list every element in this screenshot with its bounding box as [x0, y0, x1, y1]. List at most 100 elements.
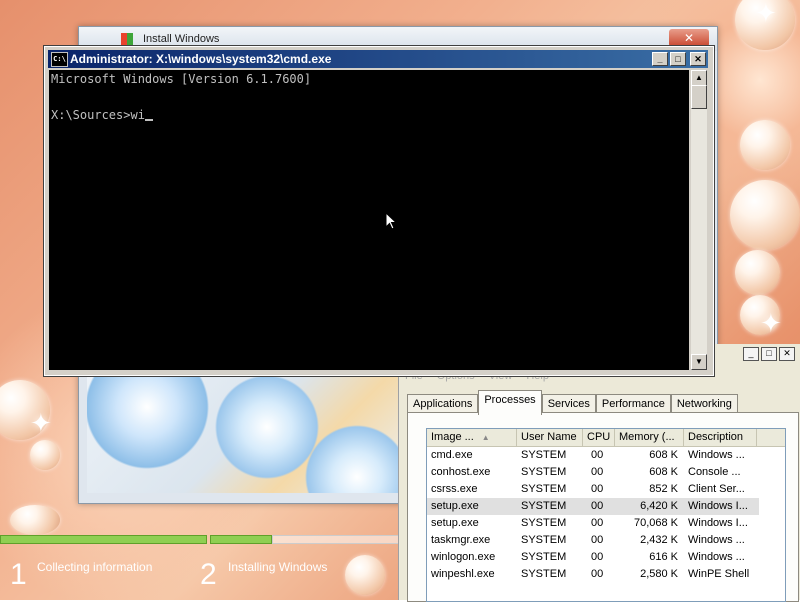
cell-memory: 6,420 K: [640, 500, 678, 512]
cell-user: SYSTEM: [521, 449, 567, 461]
wallpaper-bubble: [735, 250, 780, 295]
cell-image: winpeshl.exe: [431, 568, 495, 580]
scroll-up-icon[interactable]: ▲: [691, 70, 707, 86]
cmd-icon: C:\: [51, 52, 68, 67]
cell-user: SYSTEM: [521, 500, 567, 512]
step2-progress-remaining: [272, 535, 400, 544]
column-description[interactable]: Description: [684, 429, 757, 446]
process-list-header: Image ... ▲ User Name CPU Memory (... Des…: [427, 429, 785, 447]
cmd-vertical-scrollbar[interactable]: ▲ ▼: [691, 70, 707, 370]
cell-desc: Windows I...: [688, 500, 748, 512]
column-cpu[interactable]: CPU: [583, 429, 615, 446]
cell-image: taskmgr.exe: [431, 534, 491, 546]
cmd-console[interactable]: Microsoft Windows [Version 6.1.7600] X:\S…: [49, 70, 689, 370]
cell-cpu: 00: [591, 449, 604, 461]
cell-desc: Client Ser...: [688, 483, 745, 495]
table-row[interactable]: setup.exe SYSTEM 00 6,420 K Windows I...: [427, 498, 759, 515]
cmd-window-controls: _ □ ✕: [652, 52, 706, 66]
tab-processes[interactable]: Processes: [478, 390, 542, 415]
scroll-down-icon[interactable]: ▼: [691, 354, 707, 370]
column-label: Image ...: [431, 431, 474, 443]
wallpaper-bubble: [10, 505, 60, 535]
column-image-name[interactable]: Image ... ▲: [427, 429, 517, 446]
sort-ascending-icon: ▲: [481, 433, 490, 442]
cell-desc: Windows ...: [688, 551, 745, 563]
wallpaper-bubble: [30, 440, 60, 470]
cell-cpu: 00: [591, 500, 604, 512]
sparkle-decoration: ✦: [755, 0, 777, 28]
cell-user: SYSTEM: [521, 568, 567, 580]
step-number: 1: [10, 558, 27, 591]
cell-image: winlogon.exe: [431, 551, 496, 563]
cell-desc: Windows ...: [688, 534, 745, 546]
tm-tabs: Applications Processes Services Performa…: [407, 390, 738, 415]
cmd-title-text: Administrator: X:\windows\system32\cmd.e…: [70, 52, 332, 66]
tm-close-button[interactable]: ✕: [779, 347, 795, 361]
wallpaper-bubble: [730, 180, 800, 250]
scrollbar-thumb[interactable]: [691, 85, 707, 109]
cell-user: SYSTEM: [521, 466, 567, 478]
step1-progress-bar: [0, 535, 207, 544]
cell-cpu: 00: [591, 551, 604, 563]
cell-memory: 616 K: [649, 551, 678, 563]
step-label: Collecting information: [37, 560, 153, 574]
cmd-window: C:\ Administrator: X:\windows\system32\c…: [43, 45, 715, 377]
step2-progress-bar: [210, 535, 272, 544]
cell-cpu: 00: [591, 534, 604, 546]
cell-image: csrss.exe: [431, 483, 478, 495]
setup-progress: [0, 535, 400, 544]
cell-image: setup.exe: [431, 517, 479, 529]
table-row[interactable]: taskmgr.exe SYSTEM 00 2,432 K Windows ...: [427, 532, 759, 549]
column-user-name[interactable]: User Name: [517, 429, 583, 446]
cell-cpu: 00: [591, 568, 604, 580]
setup-title-text: Install Windows: [143, 33, 220, 45]
cell-user: SYSTEM: [521, 483, 567, 495]
tm-minimize-button[interactable]: _: [743, 347, 759, 361]
cell-image: cmd.exe: [431, 449, 473, 461]
cell-user: SYSTEM: [521, 517, 567, 529]
cmd-maximize-button[interactable]: □: [670, 52, 686, 66]
sparkle-decoration: ✦: [30, 408, 52, 438]
wallpaper-bubble: [740, 120, 790, 170]
wallpaper-bubble: [345, 555, 385, 595]
setup-close-button[interactable]: ✕: [669, 29, 709, 47]
cell-memory: 608 K: [649, 466, 678, 478]
console-line: Microsoft Windows [Version 6.1.7600]: [51, 72, 312, 86]
cell-user: SYSTEM: [521, 551, 567, 563]
cell-image: conhost.exe: [431, 466, 491, 478]
table-row[interactable]: cmd.exe SYSTEM 00 608 K Windows ...: [427, 447, 759, 464]
cell-cpu: 00: [591, 517, 604, 529]
tm-maximize-button[interactable]: □: [761, 347, 777, 361]
cell-memory: 608 K: [649, 449, 678, 461]
cmd-close-button[interactable]: ✕: [690, 52, 706, 66]
cmd-titlebar[interactable]: C:\ Administrator: X:\windows\system32\c…: [48, 50, 708, 68]
cell-cpu: 00: [591, 483, 604, 495]
table-row[interactable]: winlogon.exe SYSTEM 00 616 K Windows ...: [427, 549, 759, 566]
cell-memory: 2,432 K: [640, 534, 678, 546]
cell-memory: 2,580 K: [640, 568, 678, 580]
windows-flag-icon: [121, 33, 133, 45]
cmd-minimize-button[interactable]: _: [652, 52, 668, 66]
console-line: X:\Sources>wi: [51, 108, 145, 122]
column-memory[interactable]: Memory (...: [615, 429, 684, 446]
cell-cpu: 00: [591, 466, 604, 478]
cell-image: setup.exe: [431, 500, 479, 512]
step-label: Installing Windows: [228, 560, 328, 574]
process-list[interactable]: Image ... ▲ User Name CPU Memory (... Des…: [426, 428, 786, 602]
table-row[interactable]: conhost.exe SYSTEM 00 608 K Console ...: [427, 464, 759, 481]
cell-user: SYSTEM: [521, 534, 567, 546]
step-number: 2: [200, 558, 217, 591]
console-prompt-line: X:\Sources>wi: [51, 106, 689, 124]
text-cursor: [144, 119, 153, 121]
setup-graphic: [87, 367, 405, 493]
table-row[interactable]: winpeshl.exe SYSTEM 00 2,580 K WinPE Shell: [427, 566, 759, 583]
mouse-pointer-icon: [385, 212, 397, 230]
table-row[interactable]: setup.exe SYSTEM 00 70,068 K Windows I...: [427, 515, 759, 532]
sparkle-decoration: ✦: [760, 308, 782, 338]
cell-memory: 70,068 K: [633, 517, 678, 529]
cell-memory: 852 K: [649, 483, 678, 495]
cell-desc: Windows I...: [688, 517, 748, 529]
table-row[interactable]: csrss.exe SYSTEM 00 852 K Client Ser...: [427, 481, 759, 498]
cell-desc: WinPE Shell: [688, 568, 750, 580]
